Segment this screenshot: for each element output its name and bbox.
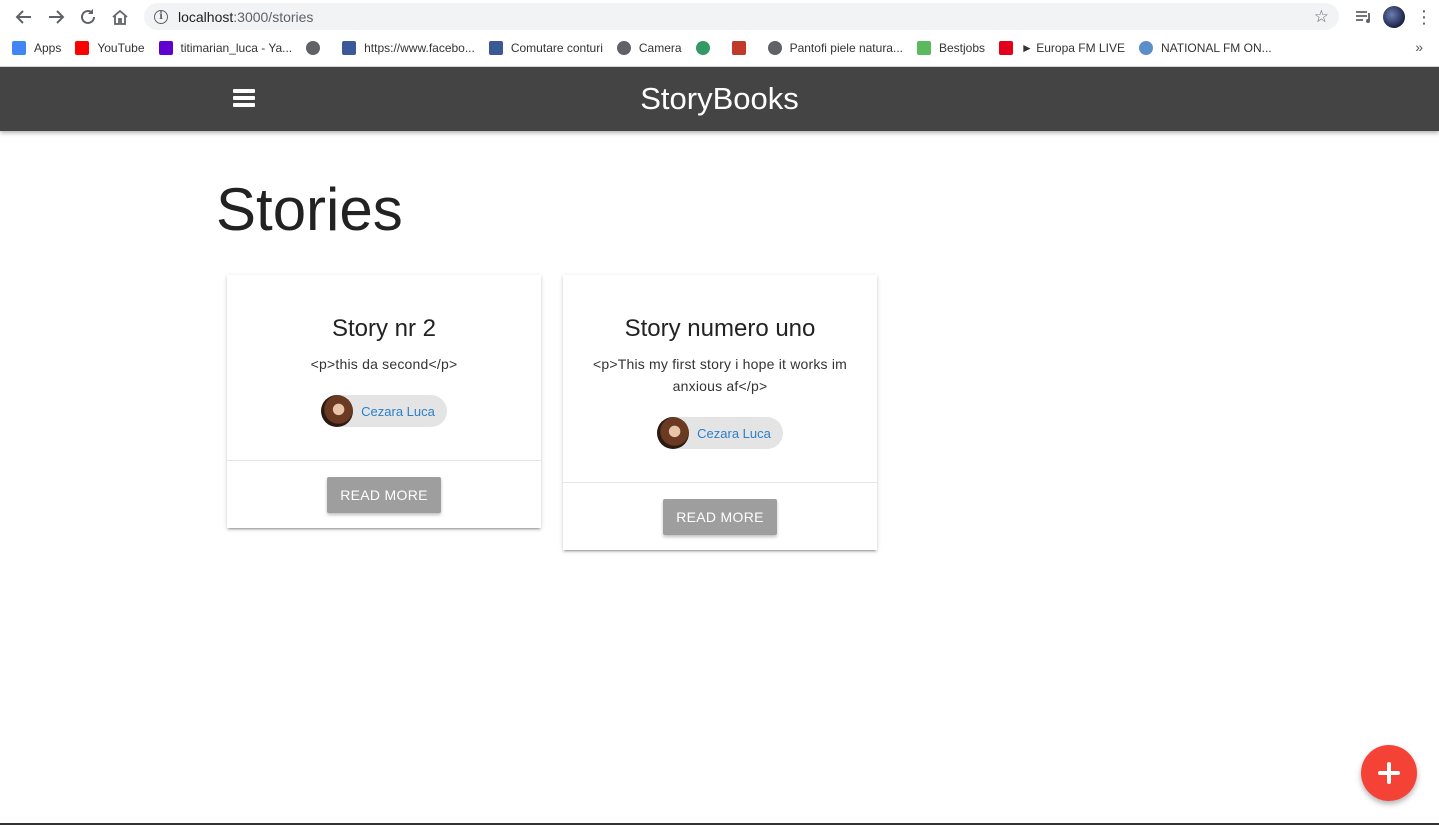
bookmark-label: Camera [638,41,682,55]
story-card: Story nr 2 <p>this da second</p> Cezara Lu… [227,275,541,528]
wikimedia-icon [695,41,710,55]
bookmark-item[interactable] [306,41,328,55]
europafm-icon [999,41,1014,55]
bookmark-item[interactable] [731,41,754,55]
bookmark-item[interactable]: https://www.facebo... [342,41,475,55]
globe-icon [616,41,631,55]
card-content: Story nr 2 <p>this da second</p> Cezara Lu… [227,275,541,461]
brand-logo[interactable]: StoryBooks [0,81,1439,117]
bookmark-label: Pantofi piele natura... [789,41,903,55]
reload-icon[interactable] [72,1,104,33]
bookmark-label: ► Europa FM LIVE [1021,41,1125,55]
bookmark-item[interactable]: Pantofi piele natura... [767,41,903,55]
youtube-icon [75,41,90,55]
bookmark-label: YouTube [97,41,145,55]
read-more-button[interactable]: READ MORE [663,499,777,535]
bookmark-item[interactable] [695,41,718,55]
stories-grid: Story nr 2 <p>this da second</p> Cezara Lu… [227,275,877,550]
bookmark-label: Comutare conturi [510,41,603,55]
story-title: Story nr 2 [331,315,437,342]
bookmark-item[interactable]: Camera [616,41,682,55]
story-title: Story numero uno [624,315,816,342]
page-title: Stories [216,176,403,243]
bookmark-item[interactable]: Bestjobs [917,41,985,55]
card-action: READ MORE [227,461,541,528]
story-excerpt: <p>this da second</p> [310,356,458,372]
bookmark-item[interactable]: NATIONAL FM ON... [1138,41,1272,55]
yahoo-mail-icon [158,41,173,55]
back-arrow-icon[interactable] [8,1,40,33]
globe-icon [767,41,782,55]
bookmark-item[interactable]: Comutare conturi [488,41,603,55]
card-action: READ MORE [563,483,877,550]
author-chip[interactable]: Cezara Luca [321,395,447,427]
author-avatar [657,417,690,449]
more-bookmarks-icon[interactable]: » [1415,39,1423,55]
bookmark-star-icon[interactable]: ☆ [1314,7,1329,27]
home-icon[interactable] [104,1,136,33]
site-info-icon[interactable]: i [154,9,168,24]
address-bar[interactable]: i localhost:3000/stories ☆ [144,3,1339,30]
browser-menu-icon[interactable]: ⋮ [1415,8,1433,26]
forward-arrow-icon[interactable] [40,1,72,33]
bookmarks-bar: Apps YouTube titimarian_luca - Ya... https:… [0,33,1439,63]
play-circle-icon [1138,41,1153,55]
media-control-icon[interactable] [1355,10,1373,24]
globe-icon [306,41,321,55]
author-avatar [321,395,354,427]
bookmark-label: Apps [34,41,62,55]
url-text[interactable]: localhost:3000/stories [178,9,1314,25]
bookmark-label: titimarian_luca - Ya... [180,41,293,55]
bookmark-item[interactable]: Apps [12,41,61,55]
author-chip[interactable]: Cezara Luca [657,417,783,449]
browser-toolbar: i localhost:3000/stories ☆ ⋮ [0,0,1439,33]
flower-icon [731,41,746,55]
author-link[interactable]: Cezara Luca [697,426,771,441]
facebook-icon [342,41,357,55]
story-card: Story numero uno <p>This my first story i… [563,275,877,550]
bookmark-item[interactable]: ► Europa FM LIVE [999,41,1125,55]
profile-avatar[interactable] [1383,5,1405,28]
bookmark-item[interactable]: YouTube [75,41,145,55]
bookmark-label: Bestjobs [939,41,986,55]
bookmark-label: NATIONAL FM ON... [1160,41,1272,55]
plus-icon [1378,762,1400,784]
author-link[interactable]: Cezara Luca [361,404,435,419]
url-host: localhost [178,8,234,25]
card-content: Story numero uno <p>This my first story i… [563,275,877,483]
add-story-button[interactable] [1361,745,1417,801]
read-more-button[interactable]: READ MORE [327,477,441,513]
apps-grid-icon [12,41,26,55]
url-path: :3000/stories [233,8,314,25]
facebook-icon [488,41,503,55]
bestjobs-icon [917,41,931,55]
bookmark-item[interactable]: titimarian_luca - Ya... [158,41,293,55]
app-navbar: StoryBooks [0,67,1439,131]
browser-chrome: i localhost:3000/stories ☆ ⋮ Apps YouTube… [0,0,1439,67]
bookmark-label: https://www.facebo... [364,41,475,55]
story-excerpt: <p>This my first story i hope it works i… [592,356,848,394]
